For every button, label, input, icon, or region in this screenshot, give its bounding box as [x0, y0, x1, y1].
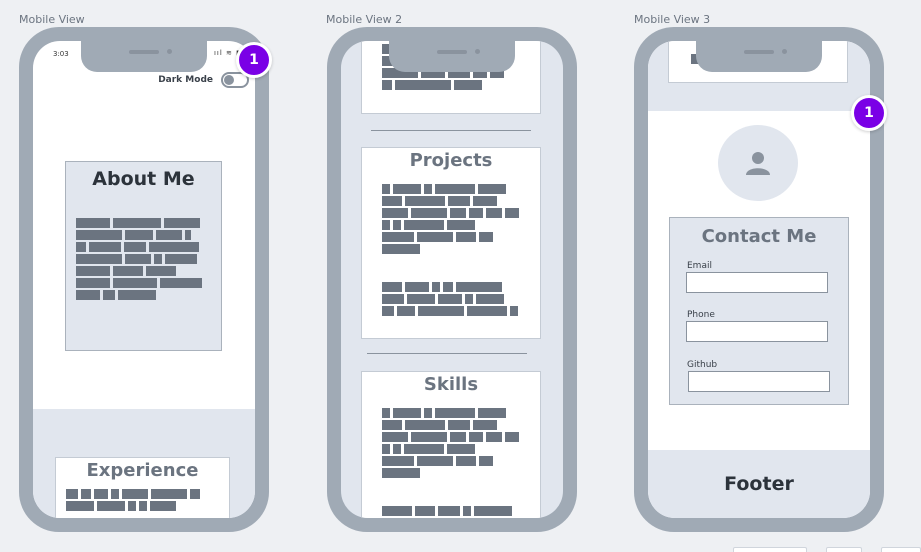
- skills-placeholder-text: [382, 408, 519, 478]
- phone-field[interactable]: [686, 321, 828, 342]
- skills-title: Skills: [423, 374, 479, 395]
- phone-notch: [696, 40, 822, 72]
- projects-placeholder-text-2: [382, 282, 518, 316]
- phone-screen-1: 3:03 ııl ≋ ▮ Dark Mode About Me Experien…: [33, 41, 255, 518]
- experience-card: Experience: [55, 457, 230, 518]
- github-label: Github: [687, 360, 718, 370]
- section-divider: [367, 353, 527, 354]
- phone-frame-1: 3:03 ııl ≋ ▮ Dark Mode About Me Experien…: [19, 27, 269, 532]
- profile-avatar: [718, 125, 798, 201]
- phone-screen-2: Projects Skills: [341, 41, 563, 518]
- contact-me-card: Contact Me Email Phone Github: [669, 217, 849, 405]
- section-divider: [371, 130, 531, 131]
- projects-placeholder-text: [382, 184, 519, 254]
- dark-mode-label: Dark Mode: [158, 75, 213, 85]
- skills-card: Skills: [361, 371, 541, 518]
- email-label: Email: [687, 261, 712, 271]
- projects-title: Projects: [409, 150, 493, 171]
- skills-placeholder-text-2: [382, 506, 512, 516]
- phone-frame-2: Projects Skills: [327, 27, 577, 532]
- phone-screen-3: Contact Me Email Phone Github Footer: [648, 41, 870, 518]
- phone-label: Phone: [687, 310, 715, 320]
- experience-section: Experience: [33, 409, 255, 518]
- toolbar-tab[interactable]: [733, 547, 807, 552]
- about-me-title: About Me: [92, 168, 195, 190]
- user-icon: [746, 152, 770, 175]
- footer: Footer: [648, 450, 870, 518]
- footer-text: Footer: [724, 473, 794, 495]
- toggle-switch-icon: [224, 75, 234, 85]
- contact-me-title: Contact Me: [701, 226, 817, 247]
- email-field[interactable]: [686, 272, 828, 293]
- projects-card: Projects: [361, 147, 541, 339]
- mobile-view-3-label: Mobile View 3: [634, 13, 711, 26]
- about-me-card: About Me: [65, 161, 222, 351]
- mobile-view-label: Mobile View: [19, 13, 85, 26]
- toolbar-tab[interactable]: [881, 547, 921, 552]
- mobile-view-2-label: Mobile View 2: [326, 13, 403, 26]
- phone-frame-3: Contact Me Email Phone Github Footer: [634, 27, 884, 532]
- dark-mode-row: Dark Mode: [158, 72, 249, 88]
- status-time: 3:03: [53, 50, 69, 58]
- github-field[interactable]: [688, 371, 830, 392]
- step-badge-2: 1: [851, 95, 887, 131]
- experience-title: Experience: [86, 460, 199, 481]
- toolbar-tab[interactable]: [826, 547, 862, 552]
- experience-placeholder-text: [66, 489, 200, 511]
- step-badge-1: 1: [236, 42, 272, 78]
- phone-notch: [81, 40, 207, 72]
- phone-notch: [389, 40, 515, 72]
- about-me-placeholder-text: [76, 218, 202, 300]
